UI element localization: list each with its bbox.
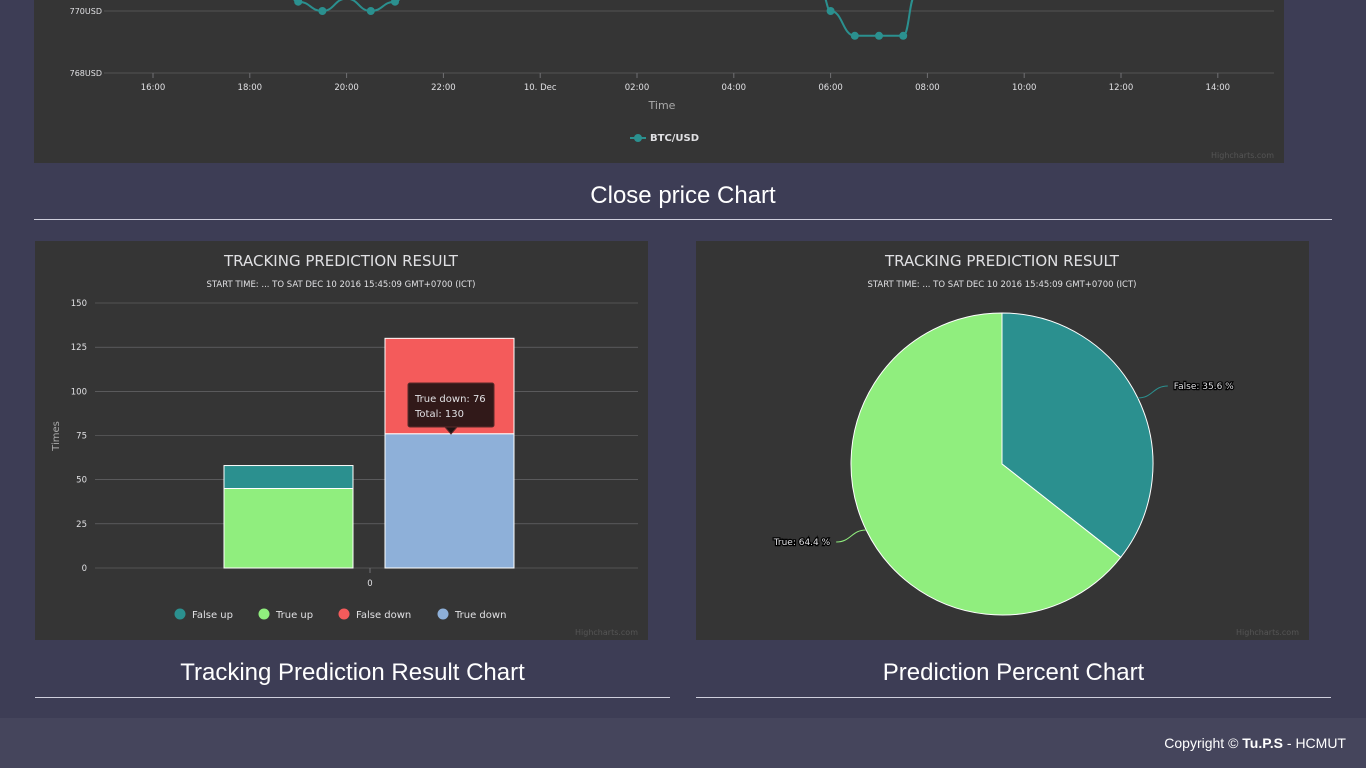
legend-marker[interactable] — [258, 608, 270, 620]
x-tick-label: 14:00 — [1206, 83, 1231, 93]
page-footer: Copyright © Tu.P.S - HCMUT — [0, 718, 1366, 768]
copyright-prefix: Copyright © — [1164, 735, 1239, 751]
y-tick-label: 125 — [71, 343, 87, 353]
credits-watermark[interactable]: Highcharts.com — [1211, 151, 1274, 160]
pie-data-label: True: 64.4 % — [773, 538, 831, 548]
y-tick-label: 0 — [82, 564, 87, 574]
btc-usd-data-point[interactable] — [318, 7, 327, 15]
legend-label[interactable]: False up — [192, 610, 233, 621]
btc-usd-data-point[interactable] — [366, 7, 375, 15]
prediction-percent-chart: TRACKING PREDICTION RESULT START TIME: .… — [772, 252, 1300, 637]
x-tick-label: 04:00 — [722, 83, 747, 93]
y-tick-label: 768USD — [70, 69, 102, 78]
x-tick-label: 0 — [367, 579, 372, 589]
legend-btc-usd[interactable]: BTC/USD — [630, 133, 699, 144]
x-tick-label: 02:00 — [625, 83, 650, 93]
percent-section-title: Prediction Percent Chart — [882, 659, 1145, 686]
x-tick-label: 10:00 — [1012, 83, 1036, 93]
close-price-chart-panel: 770USD 768USD 16:00 18:00 20:00 22:00 10. Dec… — [34, 0, 1284, 163]
btc-usd-data-point[interactable] — [850, 31, 859, 40]
chart-subtitle: START TIME: ... TO SAT DEC 10 2016 15:45… — [206, 280, 475, 290]
close-price-chart: 770USD 768USD 16:00 18:00 20:00 22:00 10. Dec… — [70, 0, 1274, 160]
btc-usd-data-point[interactable] — [899, 31, 908, 40]
tracking-prediction-chart: TRACKING PREDICTION RESULT START TIME: .… — [51, 252, 638, 637]
y-axis-title: Times — [51, 421, 62, 452]
legend-false-up[interactable]: False up — [174, 608, 233, 622]
percent-chart-panel: TRACKING PREDICTION RESULT START TIME: .… — [696, 241, 1309, 640]
btc-usd-series-line — [293, 0, 914, 37]
btc-usd-data-point[interactable] — [875, 31, 883, 40]
close-price-section-title: Close price Chart — [590, 182, 776, 209]
btc-usd-data-point[interactable] — [826, 7, 835, 15]
bar-true-up[interactable] — [223, 488, 354, 569]
y-tick-label: 150 — [71, 299, 87, 309]
tracking-divider — [35, 697, 670, 698]
credits-watermark[interactable]: Highcharts.com — [575, 628, 638, 637]
tooltip-line-1: True down: 76 — [414, 394, 486, 405]
x-tick-label: 16:00 — [141, 83, 166, 93]
btc-usd-data-point[interactable] — [391, 0, 399, 6]
pie-data-label: False: 35.6 % — [1174, 382, 1234, 392]
x-tick-label: 12:00 — [1109, 83, 1134, 93]
bar-true-down[interactable] — [384, 433, 515, 569]
tracking-chart-panel: TRACKING PREDICTION RESULT START TIME: .… — [35, 241, 648, 640]
y-tick-label: 75 — [76, 432, 87, 442]
btc-usd-data-point[interactable] — [294, 0, 303, 6]
pie-label-connector — [836, 529, 867, 543]
chart-title: TRACKING PREDICTION RESULT — [223, 252, 459, 270]
legend-true-up[interactable]: True up — [258, 608, 314, 622]
legend-marker[interactable] — [338, 608, 350, 620]
y-tick-label: 50 — [76, 476, 87, 486]
y-tick-label: 100 — [71, 387, 87, 397]
x-tick-label: 18:00 — [238, 83, 262, 93]
x-tick-label: 10. Dec — [524, 83, 557, 93]
x-tick-label: 08:00 — [915, 83, 940, 93]
chart-subtitle: START TIME: ... TO SAT DEC 10 2016 15:45… — [867, 280, 1136, 290]
legend-label[interactable]: BTC/USD — [650, 133, 699, 144]
pie-label-connector — [1137, 385, 1168, 399]
tracking-section-title: Tracking Prediction Result Chart — [180, 659, 525, 686]
x-tick-label: 06:00 — [818, 83, 843, 93]
close-price-divider — [34, 219, 1332, 220]
credits-watermark[interactable]: Highcharts.com — [1236, 628, 1299, 637]
bar-tooltip: True down: 76 Total: 130 — [407, 382, 495, 435]
bar-false-up[interactable] — [223, 465, 354, 490]
legend-label[interactable]: True up — [275, 610, 313, 621]
legend-true-down[interactable]: True down — [437, 608, 507, 622]
percent-divider — [696, 697, 1331, 698]
copyright-suffix: - HCMUT — [1286, 735, 1346, 751]
copyright-text: Copyright © Tu.P.S - HCMUT — [1164, 735, 1346, 751]
y-tick-label: 770USD — [70, 7, 102, 16]
tooltip-line-2: Total: 130 — [414, 409, 464, 420]
chart-title: TRACKING PREDICTION RESULT — [884, 252, 1120, 270]
legend-marker[interactable] — [174, 608, 186, 620]
copyright-brand: Tu.P.S — [1242, 735, 1283, 751]
x-axis-title: Time — [648, 99, 676, 112]
x-tick-label: 20:00 — [334, 83, 359, 93]
y-tick-label: 25 — [76, 520, 87, 530]
legend-marker[interactable] — [437, 608, 449, 620]
x-tick-label: 22:00 — [431, 83, 456, 93]
legend-label[interactable]: False down — [356, 610, 411, 621]
legend-false-down[interactable]: False down — [338, 608, 412, 622]
legend-label[interactable]: True down — [454, 610, 506, 621]
